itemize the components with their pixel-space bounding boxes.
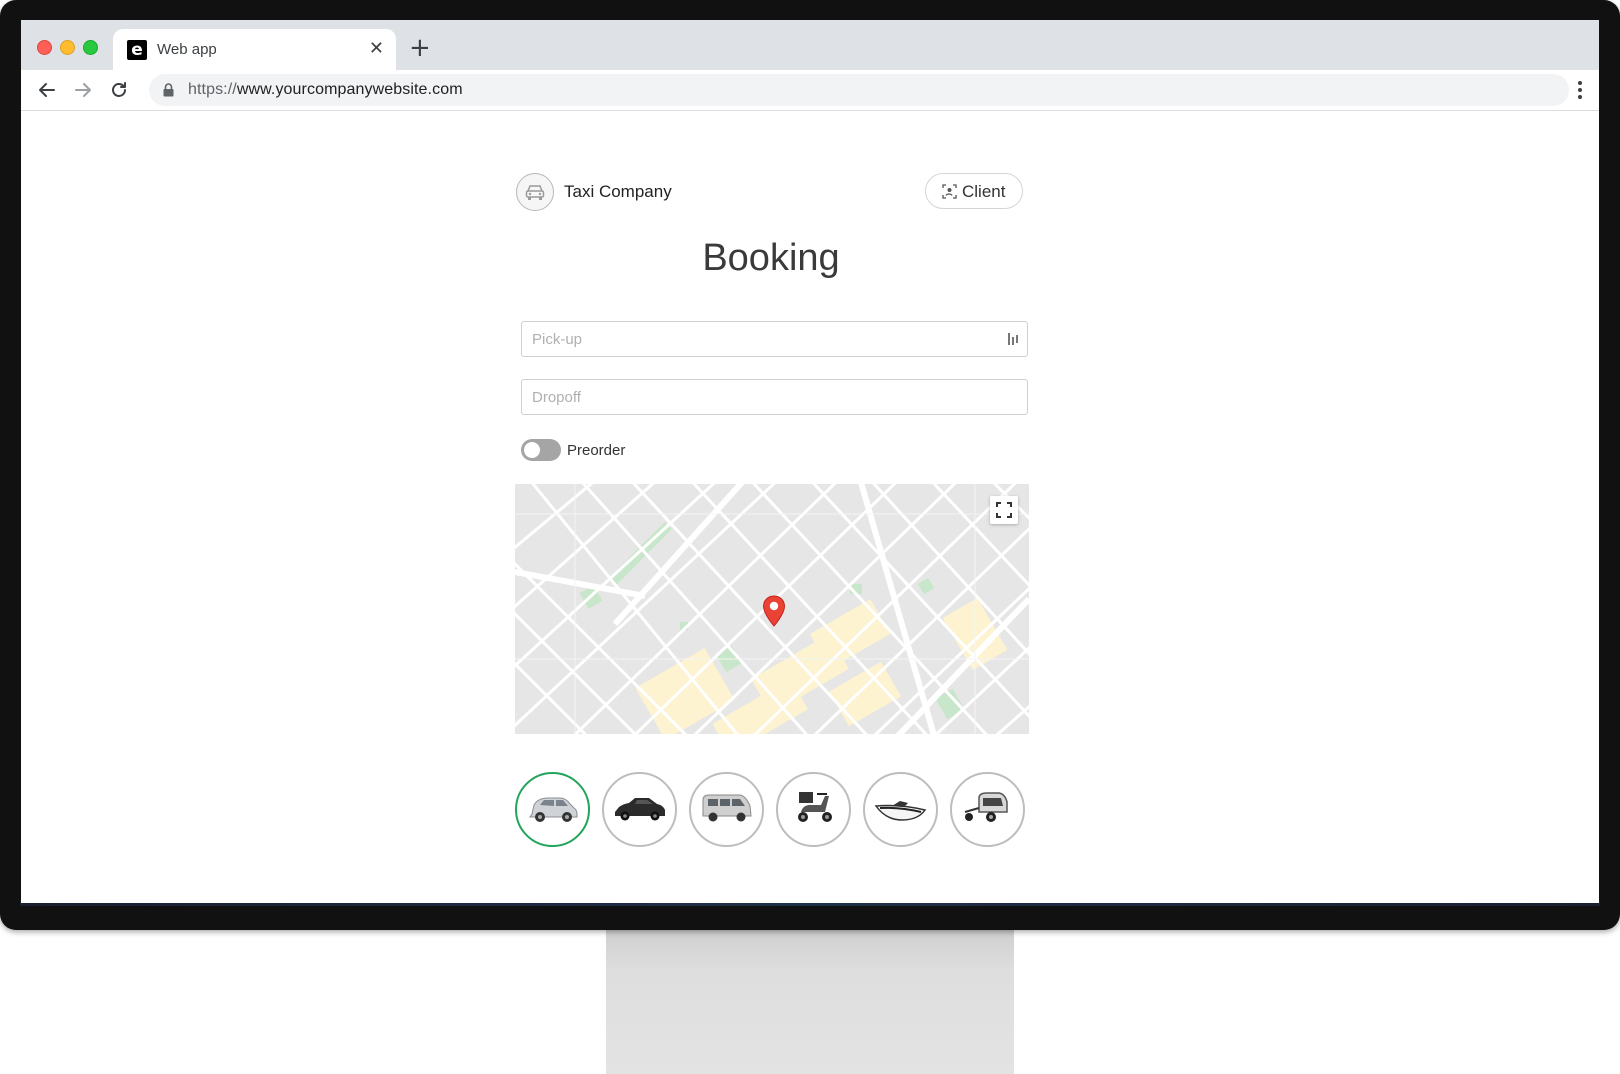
client-button[interactable]: Client xyxy=(925,173,1023,209)
vehicle-option-boat[interactable] xyxy=(863,772,938,847)
arrow-right-icon xyxy=(75,83,91,97)
url-scheme: https:// xyxy=(188,81,237,98)
vehicle-option-minivan[interactable] xyxy=(689,772,764,847)
dropoff-input[interactable] xyxy=(522,380,992,414)
client-button-label: Client xyxy=(962,182,1006,201)
reload-icon xyxy=(112,82,126,97)
vehicle-option-compact[interactable] xyxy=(515,772,590,847)
vehicle-option-sedan[interactable] xyxy=(602,772,677,847)
compact-car-icon xyxy=(529,797,578,822)
vehicle-option-scooter[interactable] xyxy=(776,772,851,847)
taxi-car-icon xyxy=(525,185,545,200)
dropoff-field xyxy=(521,379,1028,415)
page-title: Booking xyxy=(702,237,840,279)
reload-button[interactable] xyxy=(107,78,131,102)
map-view[interactable] xyxy=(515,484,1029,734)
arrow-left-icon xyxy=(39,83,55,97)
new-tab-button[interactable]: + xyxy=(409,35,431,61)
url-text: https://www.yourcompanywebsite.com xyxy=(188,81,463,99)
lock-icon xyxy=(163,83,174,97)
back-button[interactable] xyxy=(35,78,59,102)
minivan-icon xyxy=(702,794,752,822)
preorder-label: Preorder xyxy=(567,442,626,459)
toggle-knob xyxy=(524,442,540,458)
vehicle-option-rickshaw[interactable] xyxy=(950,772,1025,847)
sedan-car-icon xyxy=(615,798,665,821)
tab-strip: e Web app ✕ + xyxy=(21,20,1599,70)
monitor-stand xyxy=(606,928,1014,1074)
scooter-icon xyxy=(798,792,832,822)
tab-title: Web app xyxy=(157,41,217,58)
rickshaw-icon xyxy=(964,792,1008,822)
boat-icon xyxy=(874,801,927,821)
address-bar[interactable]: https://www.yourcompanywebsite.com xyxy=(149,74,1569,106)
tab-close-button[interactable]: ✕ xyxy=(369,38,384,60)
more-menu-icon[interactable] xyxy=(1577,79,1583,101)
pickup-field xyxy=(521,321,1028,357)
favicon-icon: e xyxy=(127,40,147,60)
brand-logo xyxy=(516,173,554,211)
fullscreen-icon xyxy=(996,502,1012,518)
fullscreen-button[interactable] xyxy=(990,496,1018,524)
url-host: www.yourcompanywebsite.com xyxy=(236,81,463,98)
browser-window: e Web app ✕ + https://www.yourcompanyweb… xyxy=(21,20,1599,903)
minimize-window-button[interactable] xyxy=(60,40,75,55)
web-page: Taxi Company Client Booking Preorder xyxy=(21,111,1599,903)
browser-toolbar: https://www.yourcompanywebsite.com xyxy=(21,70,1599,111)
forward-button[interactable] xyxy=(71,78,95,102)
close-window-button[interactable] xyxy=(37,40,52,55)
user-scan-icon xyxy=(942,184,957,199)
current-location-icon[interactable] xyxy=(1007,332,1019,346)
browser-tab[interactable]: e Web app ✕ xyxy=(113,29,396,70)
preorder-toggle[interactable] xyxy=(521,439,561,461)
pickup-input[interactable] xyxy=(522,322,992,356)
brand-name: Taxi Company xyxy=(564,182,672,201)
location-pin-icon[interactable] xyxy=(762,595,786,627)
maximize-window-button[interactable] xyxy=(83,40,98,55)
vehicle-selector xyxy=(515,772,1035,852)
